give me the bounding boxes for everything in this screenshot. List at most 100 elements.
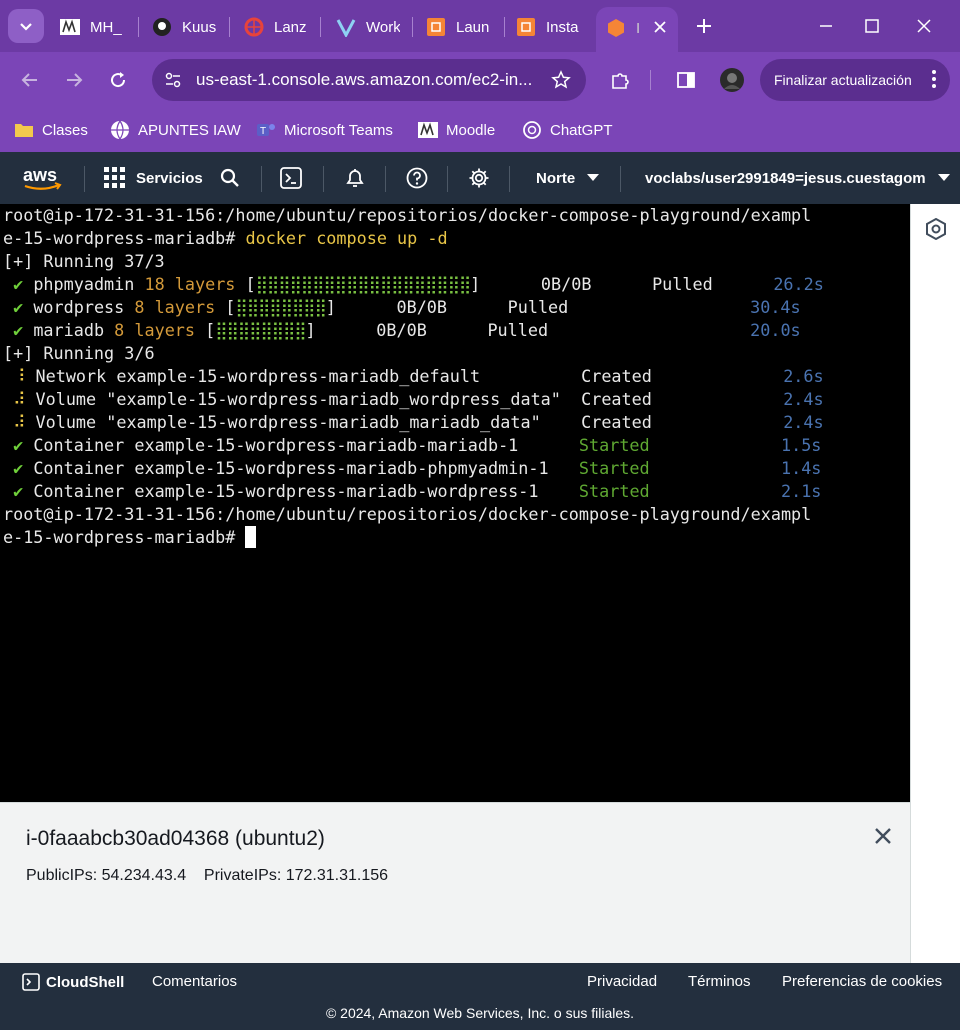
- tab-label: Work: [366, 18, 400, 36]
- close-panel-button[interactable]: [868, 821, 898, 851]
- resource-line: ⠼ Volume "example-15-wordpress-mariadb_m…: [13, 412, 824, 432]
- avatar-icon: [720, 68, 744, 92]
- terminal-line: root@ip-172-31-31-156:/home/ubuntu/repos…: [3, 205, 812, 225]
- tab-label: I: [636, 19, 641, 37]
- aws-logo[interactable]: aws: [22, 152, 64, 204]
- bookmark-clases[interactable]: Clases: [14, 118, 88, 142]
- tab-label: Laun: [456, 18, 490, 36]
- resource-line: ✔ Container example-15-wordpress-mariadb…: [13, 458, 822, 478]
- terminal-line: [+] Running 3/6: [3, 343, 155, 363]
- instance-title: i-0faaabcb30ad04368 (ubuntu2): [26, 827, 325, 850]
- more-vert-icon: [932, 69, 936, 92]
- bookmark-star-icon[interactable]: [546, 70, 576, 90]
- forward-button[interactable]: [58, 64, 90, 96]
- moodle-icon: [418, 120, 438, 140]
- instance-ips: PublicIPs: 54.234.43.4 PrivateIPs: 172.3…: [26, 867, 389, 884]
- help-icon: [406, 167, 428, 189]
- tab-moodle[interactable]: MH_: [60, 8, 130, 46]
- pull-line: ✔ wordpress 8 layers [⣿⣿⣿⣿⣿⣿⣿⣿] 0B/0B Pu…: [13, 297, 801, 317]
- tab-search-button[interactable]: [8, 9, 44, 43]
- nav-divider: [447, 166, 448, 192]
- lanzadera-icon: [244, 17, 264, 37]
- profile-avatar[interactable]: [716, 64, 748, 96]
- terminal-icon: [280, 167, 302, 189]
- settings-button[interactable]: [468, 152, 490, 204]
- terminal-command: docker compose up -d: [245, 228, 448, 248]
- minimize-button[interactable]: [806, 10, 846, 42]
- maximize-button[interactable]: [852, 10, 892, 42]
- nav-divider: [620, 166, 621, 192]
- terminal-line: e-15-wordpress-mariadb#: [3, 527, 246, 547]
- bell-icon: [346, 169, 364, 187]
- close-window-button[interactable]: [904, 10, 944, 42]
- resource-line: ⠸ Network example-15-wordpress-mariadb_d…: [13, 366, 824, 386]
- services-label: Servicios: [136, 169, 203, 187]
- terms-link[interactable]: Términos: [688, 973, 751, 990]
- bookmark-apuntes[interactable]: APUNTES IAW: [110, 118, 241, 142]
- services-menu[interactable]: Servicios: [104, 152, 203, 204]
- account-label: voclabs/user2991849=jesus.cuestagom: [645, 169, 926, 187]
- side-panel-icon: [677, 72, 695, 88]
- cloudshell-link[interactable]: CloudShell: [22, 973, 124, 991]
- minimize-icon: [820, 25, 832, 27]
- puzzle-icon: [612, 73, 629, 89]
- finish-update-button[interactable]: Finalizar actualización: [760, 59, 950, 101]
- svg-text:aws: aws: [23, 165, 57, 185]
- tab-close-button[interactable]: [650, 17, 670, 37]
- tab-label: MH_: [90, 18, 122, 36]
- aws-cube-icon: [516, 17, 536, 37]
- tab-launch[interactable]: Laun: [426, 8, 490, 46]
- bookmark-moodle[interactable]: Moodle: [418, 118, 495, 142]
- bookmark-teams[interactable]: T Microsoft Teams: [256, 118, 393, 142]
- search-button[interactable]: [220, 152, 240, 204]
- caret-down-icon: [937, 174, 950, 181]
- arrow-left-icon: [21, 73, 37, 87]
- bookmark-label: Clases: [42, 121, 88, 139]
- aws-console-nav: aws Servicios Norte voclabs/user2991849=…: [0, 152, 960, 204]
- reload-icon: [111, 72, 126, 88]
- feedback-icon[interactable]: [925, 217, 947, 241]
- site-info-icon[interactable]: [158, 65, 188, 95]
- instance-info-panel: i-0faaabcb30ad04368 (ubuntu2) PublicIPs:…: [0, 802, 910, 963]
- side-panel-button[interactable]: [670, 64, 702, 96]
- feedback-link[interactable]: Comentarios: [152, 973, 237, 990]
- github-icon: [152, 17, 172, 37]
- aws-cube-icon: [426, 17, 446, 37]
- privacy-link[interactable]: Privacidad: [587, 973, 657, 990]
- cloudshell-button[interactable]: [280, 152, 302, 204]
- nav-divider: [385, 166, 386, 192]
- region-selector[interactable]: Norte: [536, 152, 600, 204]
- tab-instances[interactable]: Insta: [516, 8, 580, 46]
- tab-divider: [138, 17, 139, 37]
- browser-toolbar: us-east-1.console.aws.amazon.com/ec2-in.…: [0, 52, 960, 108]
- notifications-button[interactable]: [344, 152, 366, 204]
- cookie-preferences-link[interactable]: Preferencias de cookies: [782, 973, 942, 990]
- extensions-button[interactable]: [604, 64, 636, 96]
- resource-line: ⠼ Volume "example-15-wordpress-mariadb_w…: [13, 389, 824, 409]
- bookmark-chatgpt[interactable]: ChatGPT: [522, 118, 613, 142]
- svg-text:T: T: [260, 126, 266, 137]
- terminal-line: [+] Running 37/3: [3, 251, 165, 271]
- console-footer: CloudShell Comentarios Privacidad Términ…: [0, 963, 960, 1030]
- tab-divider: [504, 17, 505, 37]
- bookmarks-bar: Clases APUNTES IAW T Microsoft Teams Moo…: [0, 108, 960, 152]
- new-tab-button[interactable]: [690, 12, 718, 40]
- back-button[interactable]: [14, 64, 46, 96]
- address-bar[interactable]: us-east-1.console.aws.amazon.com/ec2-in.…: [152, 59, 586, 101]
- tab-github[interactable]: Kuus: [152, 8, 218, 46]
- aws-orange-icon: [606, 18, 626, 38]
- nav-divider: [509, 166, 510, 192]
- tab-divider: [412, 17, 413, 37]
- account-menu[interactable]: voclabs/user2991849=jesus.cuestagom: [645, 152, 950, 204]
- tab-label: Insta: [546, 18, 579, 36]
- tab-lanzadera[interactable]: Lanz: [244, 8, 308, 46]
- terminal-icon: [22, 973, 40, 991]
- help-button[interactable]: [406, 152, 428, 204]
- reload-button[interactable]: [102, 64, 134, 96]
- maximize-icon: [865, 19, 879, 33]
- ssh-terminal[interactable]: root@ip-172-31-31-156:/home/ubuntu/repos…: [0, 204, 910, 802]
- tab-vocareum[interactable]: Work: [336, 8, 400, 46]
- tab-active[interactable]: I: [596, 7, 678, 52]
- vocareum-icon: [336, 17, 356, 37]
- close-icon: [917, 19, 931, 33]
